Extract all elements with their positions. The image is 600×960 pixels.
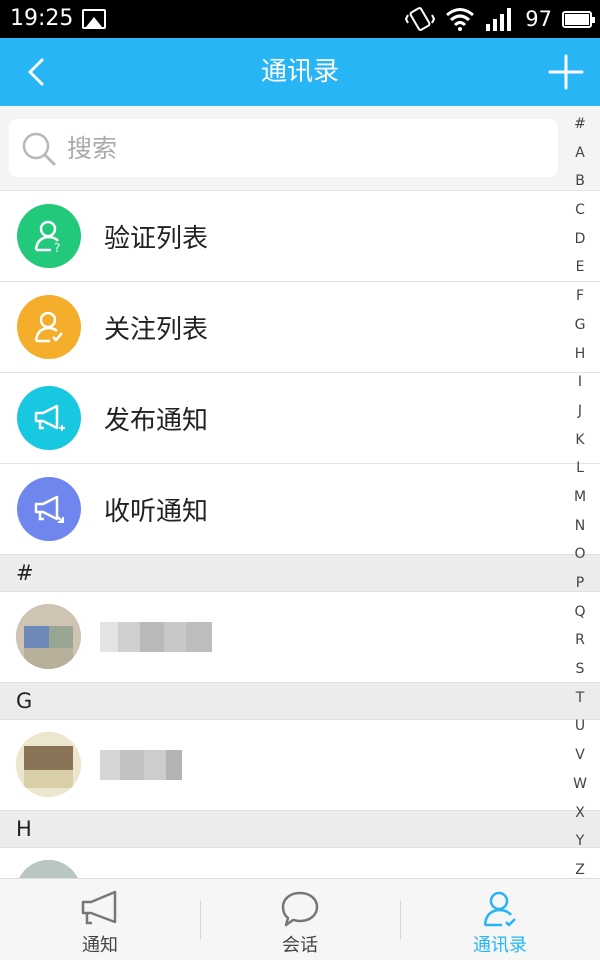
megaphone-icon [81, 890, 117, 925]
alphabet-index[interactable]: # A B C D E F G H I J K L M N O P Q R S T U V W X Y Z [560, 116, 600, 886]
megaphone-icon [17, 386, 81, 450]
contacts-icon [483, 891, 516, 927]
alphabet-index-letter[interactable]: H [575, 346, 586, 362]
wifi-icon [446, 8, 475, 31]
megaphone-listen-icon [17, 477, 81, 541]
status-time: 19:25 [10, 6, 74, 31]
listen-notice-item[interactable]: 收听通知 [0, 463, 600, 554]
tab-contacts[interactable]: 通讯录 [400, 879, 600, 960]
verify-user-icon: ? [17, 204, 81, 268]
follow-list-item[interactable]: 关注列表 [0, 281, 600, 372]
status-bar: 19:25 97 [0, 0, 600, 38]
alphabet-index-letter[interactable]: R [575, 632, 585, 648]
alphabet-index-letter[interactable]: M [574, 489, 586, 505]
contact-row[interactable] [0, 591, 600, 682]
alphabet-index-letter[interactable]: K [575, 432, 584, 448]
battery-icon [562, 10, 595, 28]
search-box[interactable] [9, 119, 558, 177]
alphabet-index-letter[interactable]: # [574, 116, 586, 132]
verify-list-item[interactable]: ? 验证列表 [0, 190, 600, 281]
avatar [16, 860, 81, 878]
contact-row[interactable] [0, 719, 600, 810]
page-title: 通讯录 [260, 57, 339, 87]
alphabet-index-letter[interactable]: L [576, 460, 584, 476]
alphabet-index-letter[interactable]: V [575, 747, 585, 763]
follow-list-label: 关注列表 [104, 314, 209, 345]
tab-bar: 通知 会话 通讯录 [0, 878, 600, 960]
signal-icon [486, 8, 512, 31]
status-icons: 97 [405, 4, 595, 34]
avatar [16, 732, 81, 797]
battery-level: 97 [525, 7, 552, 31]
contact-name-blurred [100, 750, 182, 780]
search-icon [22, 132, 56, 166]
alphabet-index-letter[interactable]: X [575, 805, 585, 821]
nav-bar: 通讯录 [0, 38, 600, 106]
alphabet-index-letter[interactable]: A [575, 145, 585, 161]
svg-text:?: ? [54, 241, 60, 254]
alphabet-index-letter[interactable]: I [578, 374, 582, 390]
alphabet-index-letter[interactable]: Z [575, 862, 585, 878]
alphabet-index-letter[interactable]: W [573, 776, 587, 792]
alphabet-index-letter[interactable]: O [574, 546, 585, 562]
alphabet-index-letter[interactable]: Y [576, 833, 585, 849]
listen-notice-label: 收听通知 [104, 496, 209, 527]
tab-label: 通知 [82, 935, 118, 956]
section-header: H [0, 810, 600, 847]
follow-user-icon [17, 295, 81, 359]
tab-label: 通讯录 [473, 935, 527, 956]
tab-label: 会话 [282, 935, 318, 956]
alphabet-index-letter[interactable]: B [575, 173, 585, 189]
contact-row[interactable] [0, 847, 600, 878]
avatar [16, 604, 81, 669]
alphabet-index-letter[interactable]: C [575, 202, 585, 218]
alphabet-index-letter[interactable]: T [576, 690, 585, 706]
section-header: # [0, 554, 600, 591]
contact-name-blurred [100, 622, 212, 652]
vibrate-icon [405, 7, 436, 31]
search-bar [0, 106, 600, 190]
tab-chat[interactable]: 会话 [200, 879, 400, 960]
alphabet-index-letter[interactable]: S [576, 661, 585, 677]
alphabet-index-letter[interactable]: J [578, 403, 582, 419]
section-header: G [0, 682, 600, 719]
alphabet-index-letter[interactable]: F [576, 288, 584, 304]
verify-list-label: 验证列表 [104, 223, 209, 254]
image-notification-icon [82, 9, 106, 29]
alphabet-index-letter[interactable]: D [575, 231, 586, 247]
alphabet-index-letter[interactable]: P [576, 575, 584, 591]
alphabet-index-letter[interactable]: G [575, 317, 586, 333]
alphabet-index-letter[interactable]: N [575, 518, 585, 534]
contact-list: ? 验证列表 关注列表 发布通知 收听通知 # G H [0, 190, 600, 878]
alphabet-index-letter[interactable]: U [575, 718, 585, 734]
alphabet-index-letter[interactable]: Q [574, 604, 585, 620]
search-input[interactable] [67, 119, 537, 177]
publish-notice-label: 发布通知 [104, 405, 209, 436]
tab-notice[interactable]: 通知 [0, 879, 200, 960]
chat-bubble-icon [281, 891, 319, 927]
add-icon[interactable] [546, 52, 586, 92]
alphabet-index-letter[interactable]: E [576, 259, 585, 275]
publish-notice-item[interactable]: 发布通知 [0, 372, 600, 463]
